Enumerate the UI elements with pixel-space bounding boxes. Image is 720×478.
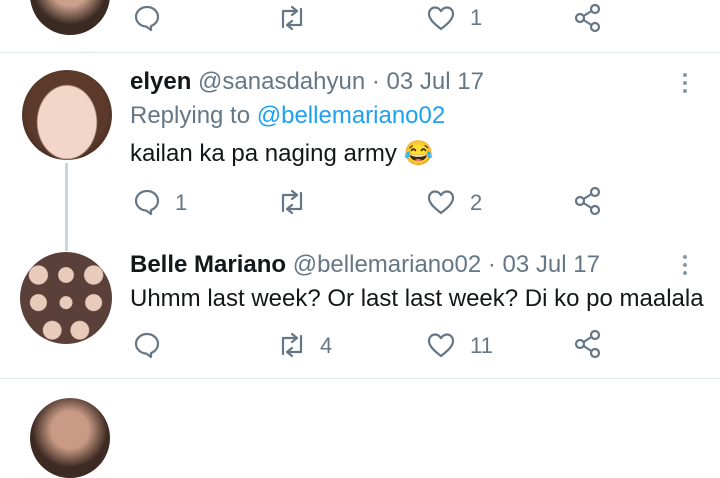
share-icon[interactable] [574, 186, 602, 216]
laughing-emoji: 😂 [403, 140, 434, 167]
replying-to-label: Replying to [130, 102, 251, 129]
retweet-icon[interactable] [276, 5, 308, 31]
retweet-count: 4 [320, 333, 333, 358]
tweet-text: kailan ka pa naging army 😂 [130, 142, 433, 166]
handle[interactable]: @sanasdahyun [198, 68, 365, 95]
display-name[interactable]: elyen [130, 68, 191, 95]
more-icon[interactable] [682, 255, 688, 279]
tweet-text: Uhmm last week? Or last last week? Di ko… [130, 285, 704, 312]
reply-icon[interactable] [133, 331, 161, 359]
more-icon[interactable] [682, 73, 688, 97]
like-count: 11 [470, 333, 493, 358]
like-count: 2 [470, 190, 483, 215]
timestamp[interactable]: · 03 Jul 17 [372, 68, 484, 95]
like-count: 1 [470, 5, 483, 30]
reply-icon[interactable] [133, 188, 161, 216]
retweet-icon[interactable] [276, 332, 308, 358]
replying-to: Replying to @bellemariano02 [130, 104, 445, 128]
reply-count: 1 [175, 190, 188, 215]
tweet-header: elyen @sanasdahyun · 03 Jul 17 [130, 70, 484, 94]
tweet-reply-elyen[interactable]: elyen @sanasdahyun · 03 Jul 17 Replying … [0, 53, 720, 251]
avatar-elyen[interactable] [22, 70, 112, 160]
avatar-belle[interactable] [20, 252, 112, 344]
tweet-actions-top: 1 [0, 0, 720, 40]
like-icon[interactable] [426, 4, 456, 32]
replying-to-handle[interactable]: @bellemariano02 [257, 102, 445, 129]
tweet-text-content: kailan ka pa naging army [130, 140, 397, 167]
share-icon[interactable] [574, 3, 602, 33]
display-name[interactable]: Belle Mariano [130, 251, 286, 278]
avatar-next[interactable] [30, 398, 110, 478]
handle[interactable]: @bellemariano02 [293, 251, 481, 278]
tweet-header: Belle Mariano @bellemariano02 · 03 Jul 1… [130, 253, 600, 277]
divider [0, 378, 720, 379]
like-icon[interactable] [426, 331, 456, 359]
like-icon[interactable] [426, 188, 456, 216]
timestamp[interactable]: · 03 Jul 17 [488, 251, 600, 278]
retweet-icon[interactable] [276, 189, 308, 215]
share-icon[interactable] [574, 329, 602, 359]
tweet-reply-belle[interactable]: Belle Mariano @bellemariano02 · 03 Jul 1… [0, 235, 720, 375]
reply-icon[interactable] [133, 4, 161, 32]
